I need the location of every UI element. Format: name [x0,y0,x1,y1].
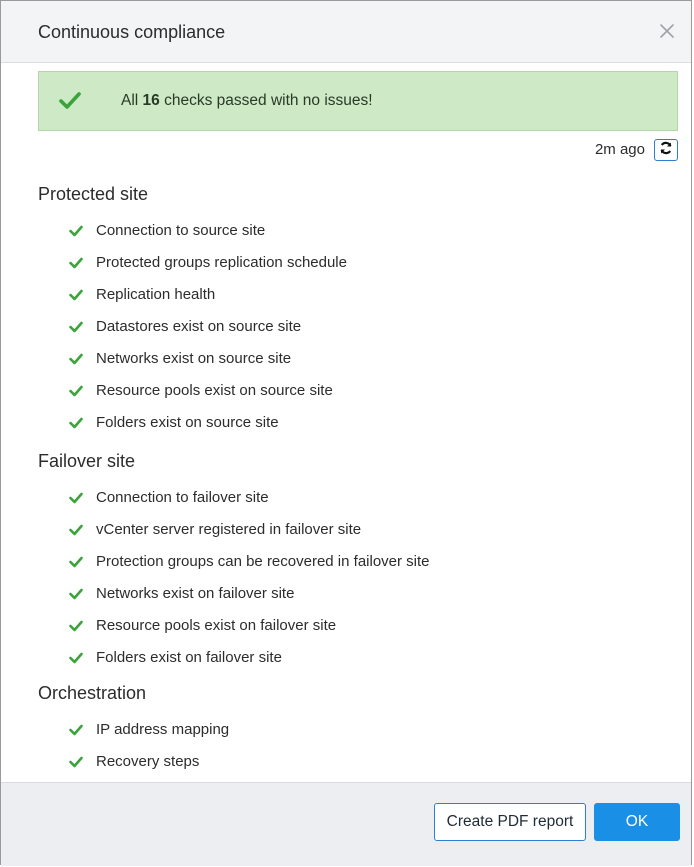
checkmark-icon [69,320,83,338]
check-item-label: Connection to failover site [96,489,269,506]
section-title: Failover site [38,451,136,471]
checkmark-icon [59,92,81,115]
alert-message: All 16 checks passed with no issues! [121,92,373,110]
checkmark-icon [69,352,83,370]
checks-count: 16 [142,92,160,109]
refresh-icon [659,141,673,160]
checkmark-icon [69,224,83,242]
section-title: Orchestration [38,683,147,703]
check-item-label: Networks exist on source site [96,350,292,367]
section-title: Protected site [38,184,149,204]
create-pdf-report-button[interactable]: Create PDF report [434,803,586,841]
dialog-title: Continuous compliance [38,22,226,42]
check-item-label: Datastores exist on source site [96,318,302,335]
check-item-label: Connection to source site [96,222,266,239]
ok-button[interactable]: OK [594,803,680,841]
checkmark-icon [69,288,83,306]
check-item-label: Networks exist on failover site [96,585,295,602]
checkmark-icon [69,651,83,669]
checkmark-icon [69,587,83,605]
close-icon[interactable] [657,21,677,41]
check-item-label: Recovery steps [96,753,200,770]
checkmark-icon [69,523,83,541]
check-item-label: IP address mapping [96,721,230,738]
dialog-header: Continuous compliance [1,1,691,63]
check-item-label: Replication health [96,286,216,303]
checkmark-icon [69,619,83,637]
checkmark-icon [69,416,83,434]
check-item-label: Folders exist on failover site [96,649,282,666]
checkmark-icon [69,491,83,509]
refresh-button[interactable] [654,139,678,161]
success-alert: All 16 checks passed with no issues! [38,71,678,131]
alert-prefix: All [121,92,143,109]
checkmark-icon [69,256,83,274]
checkmark-icon [69,723,83,741]
check-item-label: Protected groups replication schedule [96,254,347,271]
checkmark-icon [69,755,83,773]
last-checked-time: 2m ago [594,141,645,158]
check-item-label: Resource pools exist on failover site [96,617,337,634]
dialog-footer: Create PDF report OK [1,782,691,866]
check-item-label: Folders exist on source site [96,414,279,431]
alert-suffix: checks passed with no issues! [159,92,373,109]
checkmark-icon [69,555,83,573]
check-item-label: vCenter server registered in failover si… [96,521,362,538]
checkmark-icon [69,384,83,402]
check-item-label: Resource pools exist on source site [96,382,333,399]
compliance-dialog: Continuous compliance All 16 checks pass… [0,0,692,866]
check-item-label: Protection groups can be recovered in fa… [96,553,430,570]
